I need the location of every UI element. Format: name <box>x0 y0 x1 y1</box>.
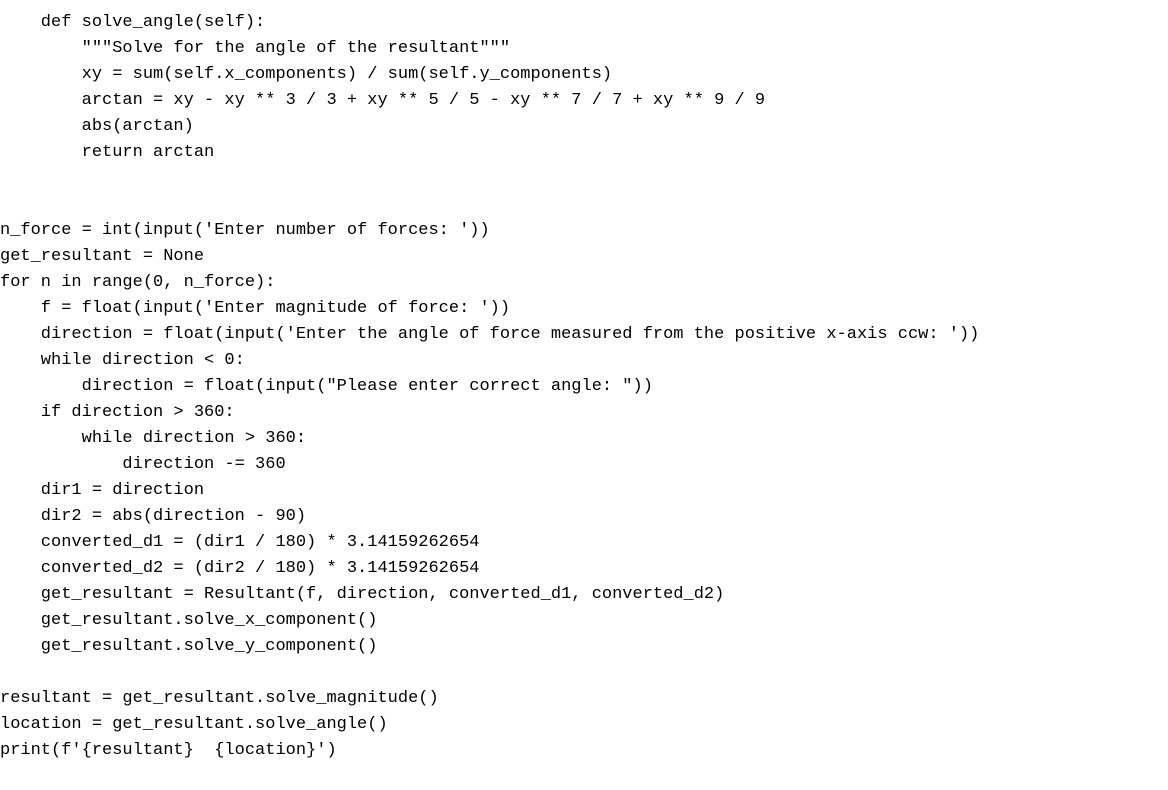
code-line: return arctan <box>0 143 214 162</box>
code-line: for n in range(0, n_force): <box>0 273 275 292</box>
code-line: dir1 = direction <box>0 481 204 500</box>
code-line: direction = float(input('Enter the angle… <box>0 325 979 344</box>
code-line: resultant = get_resultant.solve_magnitud… <box>0 689 439 708</box>
code-line: """Solve for the angle of the resultant"… <box>0 39 510 58</box>
code-block: def solve_angle(self): """Solve for the … <box>0 0 1168 764</box>
code-line: location = get_resultant.solve_angle() <box>0 715 388 734</box>
code-line: f = float(input('Enter magnitude of forc… <box>0 299 510 318</box>
code-line: print(f'{resultant} {location}') <box>0 741 337 760</box>
code-line: while direction < 0: <box>0 351 245 370</box>
code-line: get_resultant.solve_x_component() <box>0 611 377 630</box>
code-line: if direction > 360: <box>0 403 235 422</box>
code-line: direction -= 360 <box>0 455 286 474</box>
code-line: get_resultant.solve_y_component() <box>0 637 377 656</box>
code-line: converted_d2 = (dir2 / 180) * 3.14159262… <box>0 559 479 578</box>
code-line: xy = sum(self.x_components) / sum(self.y… <box>0 65 612 84</box>
code-line: abs(arctan) <box>0 117 194 136</box>
code-line: dir2 = abs(direction - 90) <box>0 507 306 526</box>
code-line: get_resultant = None <box>0 247 204 266</box>
code-line: arctan = xy - xy ** 3 / 3 + xy ** 5 / 5 … <box>0 91 765 110</box>
code-line: n_force = int(input('Enter number of for… <box>0 221 490 240</box>
code-line: direction = float(input("Please enter co… <box>0 377 653 396</box>
code-line: def solve_angle(self): <box>0 13 265 32</box>
code-line: get_resultant = Resultant(f, direction, … <box>0 585 724 604</box>
code-line: converted_d1 = (dir1 / 180) * 3.14159262… <box>0 533 479 552</box>
code-line: while direction > 360: <box>0 429 306 448</box>
